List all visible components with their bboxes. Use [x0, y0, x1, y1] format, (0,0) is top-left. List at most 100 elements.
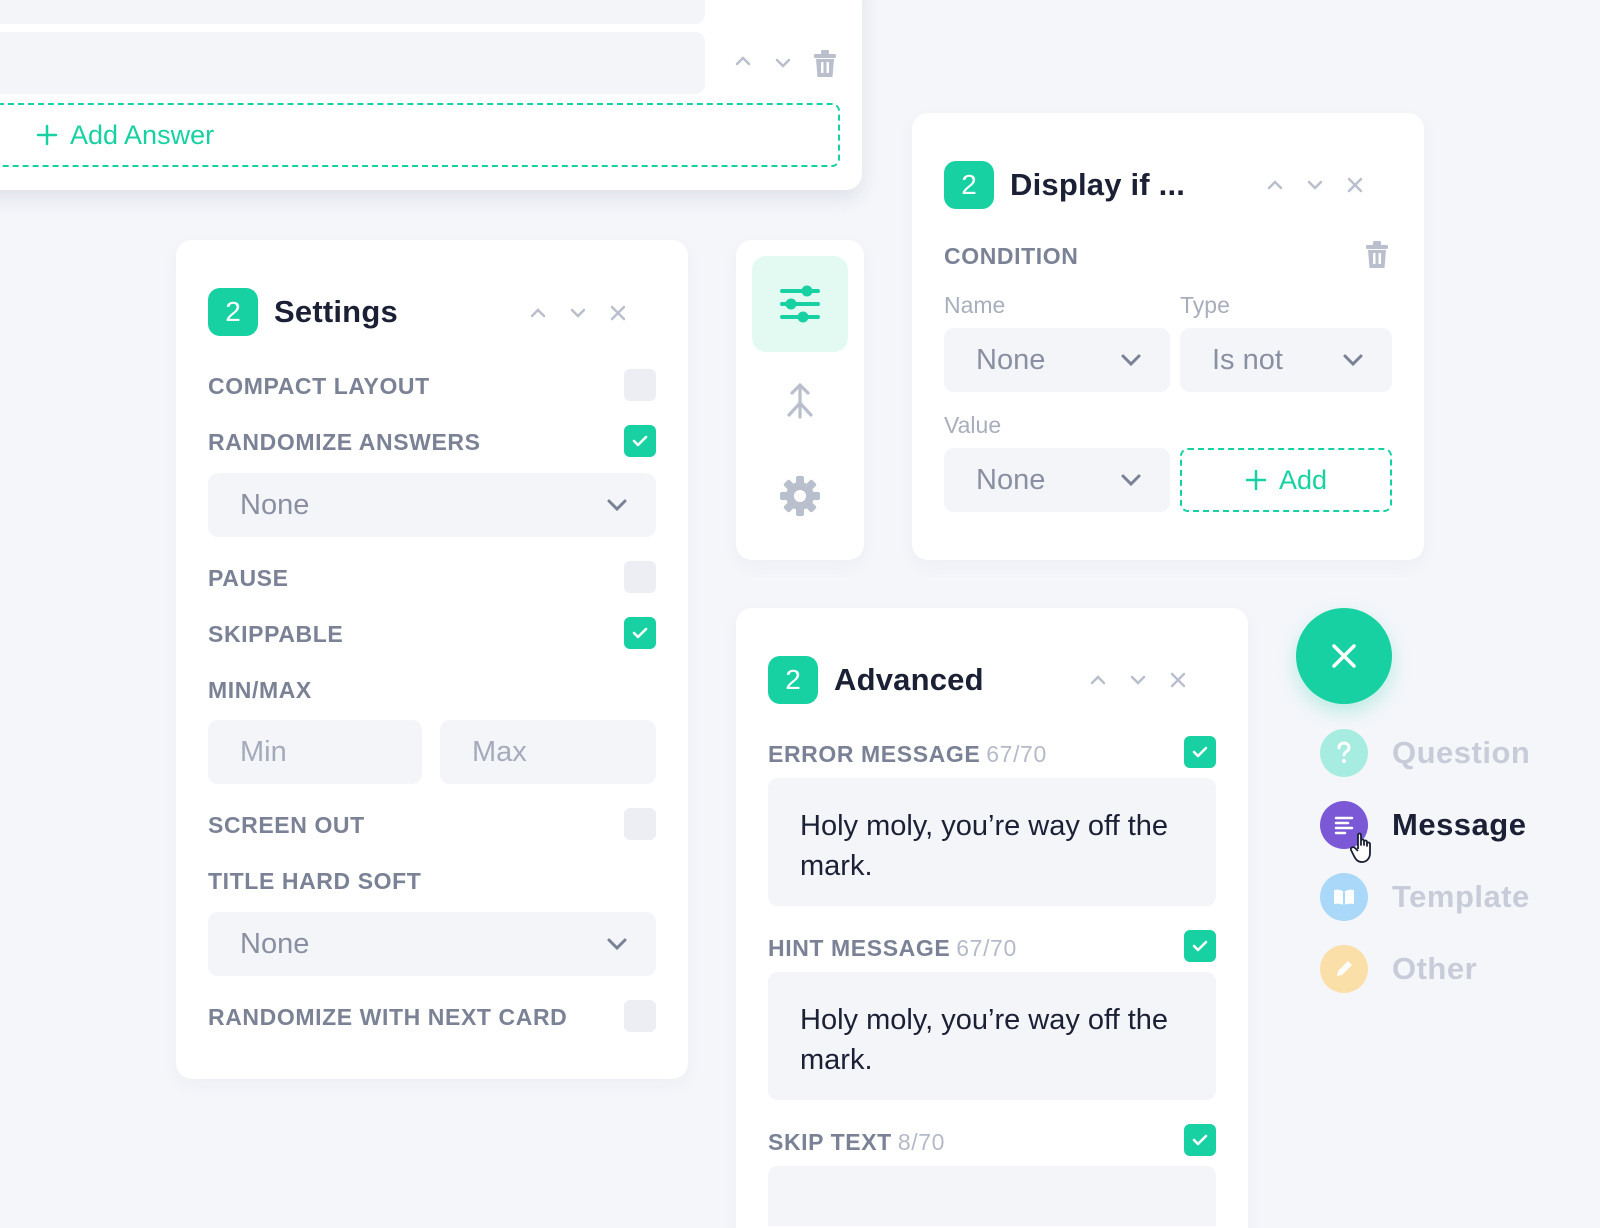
menu-item-other[interactable]: Other: [1320, 945, 1477, 993]
step-badge: 2: [944, 161, 994, 209]
screen-out-label: SCREEN OUT: [208, 812, 365, 838]
min-placeholder: Min: [240, 735, 287, 768]
randomize-answers-label: RANDOMIZE ANSWERS: [208, 429, 481, 455]
skip-text-input[interactable]: [768, 1166, 1216, 1226]
plus-icon: [1245, 469, 1267, 491]
menu-item-label: Question: [1392, 735, 1531, 770]
check-icon: [1192, 1134, 1208, 1146]
compact-layout-label: COMPACT LAYOUT: [208, 373, 430, 399]
toolbar-branch-button[interactable]: [752, 352, 848, 448]
chevron-down-icon[interactable]: [1295, 170, 1335, 200]
hint-message-title: HINT MESSAGE: [768, 935, 951, 961]
min-input[interactable]: Min: [208, 720, 422, 784]
condition-label: CONDITION: [944, 243, 1079, 269]
answers-card: Add Answer: [0, 0, 862, 190]
side-toolbar: [736, 240, 864, 560]
trash-icon[interactable]: [1364, 241, 1390, 274]
name-select[interactable]: None: [944, 328, 1170, 392]
move-up-icon[interactable]: [734, 54, 752, 72]
chevron-down-icon: [1121, 474, 1141, 487]
randomize-select[interactable]: None: [208, 473, 656, 537]
chevron-up-icon[interactable]: [1078, 665, 1118, 695]
trash-icon[interactable]: [812, 50, 838, 83]
display-if-card: 2 Display if ... CONDITION Name Type Non…: [912, 113, 1424, 560]
step-badge: 2: [768, 656, 818, 704]
randomize-answers-checkbox[interactable]: [624, 425, 656, 457]
add-condition-button[interactable]: Add: [1180, 448, 1392, 512]
menu-item-label: Message: [1392, 807, 1527, 842]
chevron-down-icon[interactable]: [1118, 665, 1158, 695]
pause-label: PAUSE: [208, 565, 289, 591]
value-select-value: None: [976, 463, 1046, 496]
answer-input-2[interactable]: [0, 32, 705, 94]
value-select[interactable]: None: [944, 448, 1170, 512]
settings-card: 2 Settings COMPACT LAYOUT RANDOMIZE ANSW…: [176, 240, 688, 1079]
menu-item-question[interactable]: Question: [1320, 729, 1530, 777]
skip-text-label: SKIP TEXT 8/70: [768, 1129, 945, 1156]
chevron-down-icon: [607, 938, 627, 951]
add-answer-label: Add Answer: [70, 119, 215, 150]
error-message-label: ERROR MESSAGE 67/70: [768, 741, 1047, 768]
error-message-textarea[interactable]: Holy moly, you’re way off the mark.: [768, 778, 1216, 906]
close-icon[interactable]: [1158, 665, 1198, 695]
plus-icon: [36, 124, 58, 146]
max-input[interactable]: Max: [440, 720, 656, 784]
randomize-next-label: RANDOMIZE WITH NEXT CARD: [208, 1004, 568, 1030]
chevron-down-icon[interactable]: [558, 298, 598, 328]
chevron-down-icon: [607, 499, 627, 512]
title-hard-soft-label: TITLE HARD SOFT: [208, 868, 422, 894]
step-badge: 2: [208, 288, 258, 336]
pause-checkbox[interactable]: [624, 561, 656, 593]
title-select-value: None: [240, 927, 310, 960]
card-title: Display if ...: [1010, 167, 1186, 202]
chevron-up-icon[interactable]: [1255, 170, 1295, 200]
error-message-title: ERROR MESSAGE: [768, 741, 981, 767]
skip-text-checkbox[interactable]: [1184, 1124, 1216, 1156]
check-icon: [632, 627, 648, 639]
menu-item-label: Other: [1392, 951, 1478, 986]
skip-text-title: SKIP TEXT: [768, 1129, 892, 1155]
minmax-label: MIN/MAX: [208, 677, 312, 703]
question-icon: [1320, 729, 1368, 777]
toolbar-sliders-button[interactable]: [752, 256, 848, 352]
error-message-checkbox[interactable]: [1184, 736, 1216, 768]
screen-out-checkbox[interactable]: [624, 808, 656, 840]
skippable-checkbox[interactable]: [624, 617, 656, 649]
move-down-icon[interactable]: [774, 56, 792, 74]
add-condition-label: Add: [1278, 464, 1328, 495]
compact-layout-checkbox[interactable]: [624, 369, 656, 401]
gear-icon: [780, 476, 820, 516]
merge-icon: [787, 383, 813, 419]
card-title: Advanced: [834, 662, 984, 697]
menu-item-template[interactable]: Template: [1320, 873, 1530, 921]
answer-input-1[interactable]: [0, 0, 705, 24]
randomize-next-checkbox[interactable]: [624, 1000, 656, 1032]
type-select-value: Is not: [1212, 343, 1283, 376]
sliders-icon: [780, 285, 820, 323]
close-icon[interactable]: [598, 298, 638, 328]
name-label: Name: [944, 292, 1006, 318]
fab-close-button[interactable]: [1296, 608, 1392, 704]
skippable-label: SKIPPABLE: [208, 621, 344, 647]
add-answer-button[interactable]: Add Answer: [0, 103, 840, 167]
randomize-select-value: None: [240, 488, 310, 521]
card-title: Settings: [274, 294, 398, 329]
value-label: Value: [944, 412, 1002, 438]
toolbar-settings-button[interactable]: [752, 448, 848, 544]
hand-cursor-icon: [1350, 832, 1371, 863]
close-icon: [1332, 644, 1356, 668]
check-icon: [632, 435, 648, 447]
book-icon: [1320, 873, 1368, 921]
type-select[interactable]: Is not: [1180, 328, 1392, 392]
close-icon[interactable]: [1335, 170, 1375, 200]
title-select[interactable]: None: [208, 912, 656, 976]
check-icon: [1192, 940, 1208, 952]
chevron-up-icon[interactable]: [518, 298, 558, 328]
hint-message-checkbox[interactable]: [1184, 930, 1216, 962]
char-counter: 67/70: [986, 741, 1047, 767]
hint-message-textarea[interactable]: Holy moly, you’re way off the mark.: [768, 972, 1216, 1100]
type-label: Type: [1180, 292, 1230, 318]
chevron-down-icon: [1121, 354, 1141, 367]
menu-item-message[interactable]: Message: [1320, 801, 1527, 863]
max-placeholder: Max: [472, 735, 527, 768]
